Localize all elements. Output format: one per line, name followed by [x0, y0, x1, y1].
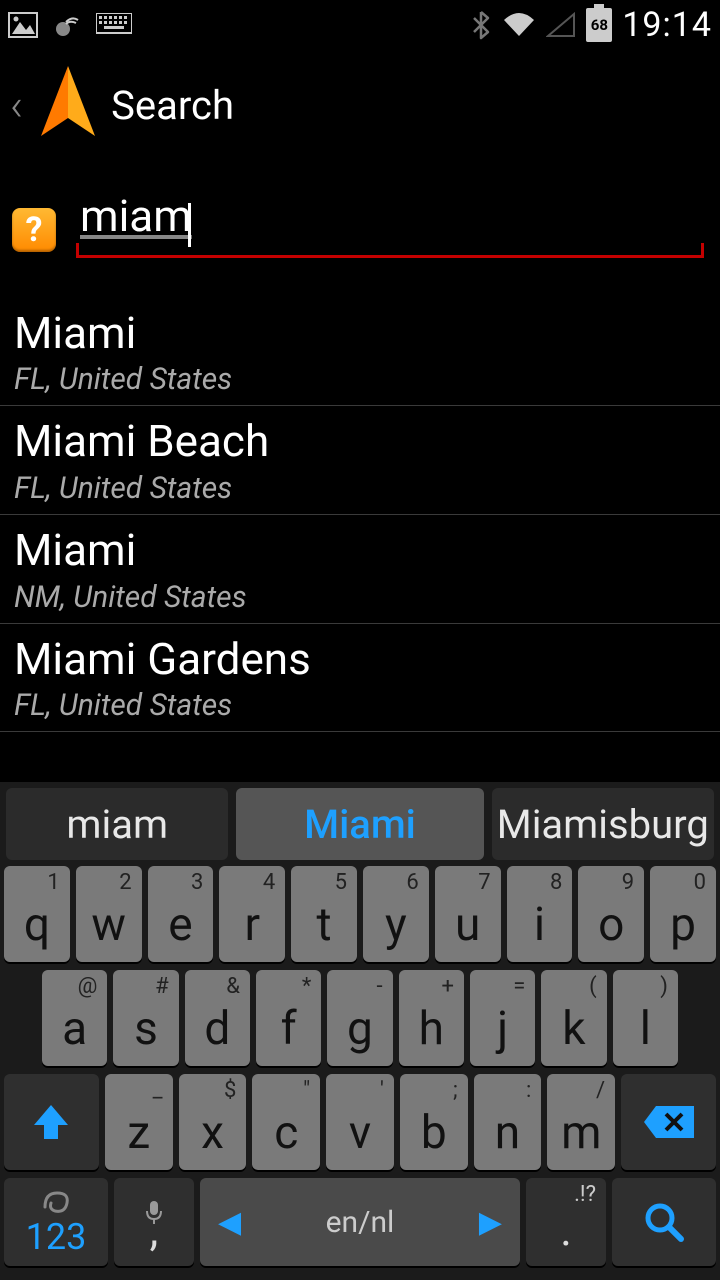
key-u[interactable]: 7u	[435, 866, 501, 962]
key-t[interactable]: 5t	[291, 866, 357, 962]
space-label: en/nl	[326, 1205, 395, 1240]
key-h[interactable]: +h	[399, 970, 464, 1066]
key-period[interactable]: .!? .	[526, 1178, 606, 1266]
suggestion-left[interactable]: miam	[6, 788, 228, 860]
key-i[interactable]: 8i	[507, 866, 573, 962]
status-bar: 68 19:14	[0, 0, 720, 50]
kb-row-1: 1q 2w 3e 4r 5t 6y 7u 8i 9o 0p	[4, 866, 716, 962]
key-f[interactable]: *f	[256, 970, 321, 1066]
wifi-icon	[502, 12, 536, 38]
picture-icon	[8, 12, 38, 38]
battery-percent: 68	[591, 16, 608, 34]
mic-icon	[144, 1184, 164, 1236]
key-l[interactable]: )l	[613, 970, 678, 1066]
help-button[interactable]: ?	[12, 208, 56, 252]
result-title: Miami Beach	[14, 416, 706, 467]
search-row: ? miam	[0, 160, 720, 268]
key-k[interactable]: (k	[541, 970, 606, 1066]
key-z[interactable]: _z	[105, 1074, 173, 1170]
key-a[interactable]: @a	[42, 970, 107, 1066]
shift-arrow-icon	[30, 1101, 72, 1143]
search-results: Miami FL, United States Miami Beach FL, …	[0, 268, 720, 732]
key-space[interactable]: ◀ en/nl ▶	[200, 1178, 520, 1266]
key-backspace[interactable]	[621, 1074, 716, 1170]
signal-icon	[546, 12, 576, 38]
key-d[interactable]: &d	[185, 970, 250, 1066]
search-query-text: miam	[76, 190, 192, 242]
backspace-icon	[642, 1104, 696, 1140]
app-logo-icon	[37, 64, 99, 146]
result-title: Miami	[14, 525, 706, 576]
result-title: Miami	[14, 308, 706, 359]
result-subtitle: NM, United States	[14, 580, 706, 615]
key-comma[interactable]: ,	[114, 1178, 194, 1266]
result-subtitle: FL, United States	[14, 362, 706, 397]
result-item[interactable]: Miami Beach FL, United States	[0, 406, 720, 515]
keyboard: miam Miami Miamisburg 1q 2w 3e 4r 5t 6y …	[0, 782, 720, 1280]
key-b[interactable]: ;b	[400, 1074, 468, 1170]
lang-next-icon: ▶	[479, 1205, 502, 1240]
back-icon[interactable]: ‹	[8, 79, 25, 131]
search-icon	[643, 1201, 685, 1243]
page-title: Search	[111, 82, 234, 129]
lang-prev-icon: ◀	[218, 1205, 241, 1240]
key-r[interactable]: 4r	[219, 866, 285, 962]
search-input[interactable]: miam	[76, 190, 704, 258]
bluetooth-icon	[470, 10, 492, 40]
key-g[interactable]: -g	[327, 970, 392, 1066]
key-y[interactable]: 6y	[363, 866, 429, 962]
key-j[interactable]: =j	[470, 970, 535, 1066]
key-m[interactable]: /m	[547, 1074, 615, 1170]
clock: 19:14	[622, 5, 712, 45]
key-o[interactable]: 9o	[578, 866, 644, 962]
keyboard-icon	[96, 13, 132, 37]
result-subtitle: FL, United States	[14, 471, 706, 506]
key-q[interactable]: 1q	[4, 866, 70, 962]
suggestion-bar: miam Miami Miamisburg	[0, 788, 720, 866]
sync-icon	[52, 10, 82, 40]
kb-row-4: 123 , ◀ en/nl ▶ .!? .	[4, 1178, 716, 1266]
key-c[interactable]: "c	[252, 1074, 320, 1170]
kb-row-2: @a #s &d *f -g +h =j (k )l	[4, 970, 716, 1066]
app-bar: ‹ Search	[0, 50, 720, 160]
key-search[interactable]	[612, 1178, 716, 1266]
key-e[interactable]: 3e	[148, 866, 214, 962]
key-x[interactable]: $x	[179, 1074, 247, 1170]
suggestion-center[interactable]: Miami	[236, 788, 483, 860]
result-item[interactable]: Miami Gardens FL, United States	[0, 624, 720, 733]
result-item[interactable]: Miami FL, United States	[0, 298, 720, 407]
swiftkey-logo-icon	[41, 1184, 71, 1226]
key-p[interactable]: 0p	[650, 866, 716, 962]
key-s[interactable]: #s	[113, 970, 178, 1066]
battery-icon: 68	[586, 8, 612, 42]
result-title: Miami Gardens	[14, 634, 706, 685]
key-w[interactable]: 2w	[76, 866, 142, 962]
text-cursor	[188, 203, 191, 247]
kb-row-3: _z $x "c 'v ;b :n /m	[4, 1074, 716, 1170]
result-item[interactable]: Miami NM, United States	[0, 515, 720, 624]
result-subtitle: FL, United States	[14, 688, 706, 723]
key-shift[interactable]	[4, 1074, 99, 1170]
key-v[interactable]: 'v	[326, 1074, 394, 1170]
suggestion-right[interactable]: Miamisburg	[492, 788, 714, 860]
key-n[interactable]: :n	[474, 1074, 542, 1170]
key-symbols[interactable]: 123	[4, 1178, 108, 1266]
